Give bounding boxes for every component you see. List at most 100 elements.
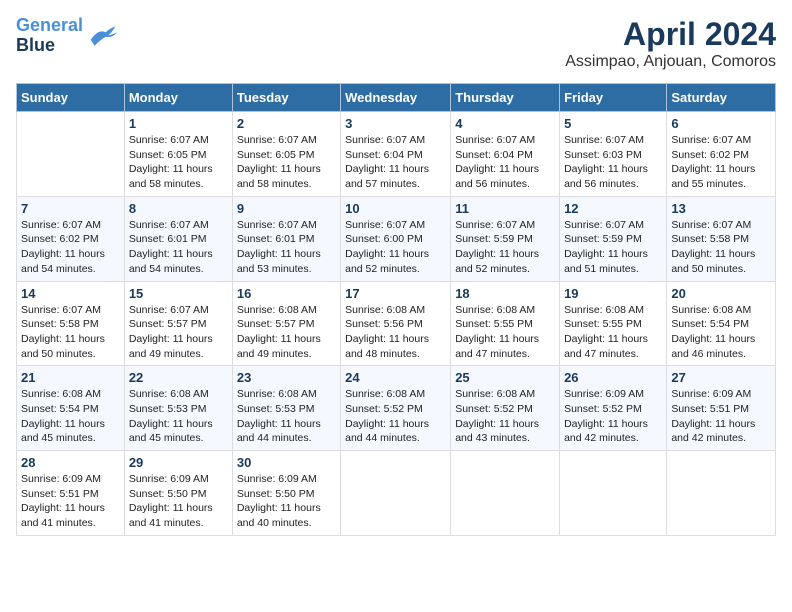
day-number: 4 bbox=[455, 116, 555, 131]
daylight-text-cont: and 52 minutes. bbox=[455, 263, 530, 275]
sunset-text: Sunset: 6:05 PM bbox=[237, 149, 315, 161]
day-number: 3 bbox=[345, 116, 446, 131]
day-info: Sunrise: 6:09 AMSunset: 5:50 PMDaylight:… bbox=[129, 472, 228, 531]
daylight-text: Daylight: 11 hours bbox=[21, 333, 105, 345]
day-number: 20 bbox=[671, 286, 771, 301]
day-number: 25 bbox=[455, 370, 555, 385]
day-number: 6 bbox=[671, 116, 771, 131]
daylight-text: Daylight: 11 hours bbox=[237, 163, 321, 175]
sunset-text: Sunset: 5:54 PM bbox=[671, 318, 749, 330]
day-info: Sunrise: 6:07 AMSunset: 6:00 PMDaylight:… bbox=[345, 218, 446, 277]
calendar-cell: 14Sunrise: 6:07 AMSunset: 5:58 PMDayligh… bbox=[17, 281, 125, 366]
sunset-text: Sunset: 5:51 PM bbox=[671, 403, 749, 415]
daylight-text-cont: and 52 minutes. bbox=[345, 263, 420, 275]
sunset-text: Sunset: 5:52 PM bbox=[455, 403, 533, 415]
calendar-cell: 24 Sunrise: 6:08 AMSunset: 5:52 PMDayligh… bbox=[341, 366, 451, 451]
day-number: 16 bbox=[237, 286, 336, 301]
week-row-5: 28Sunrise: 6:09 AMSunset: 5:51 PMDayligh… bbox=[17, 451, 776, 536]
daylight-text-cont: and 56 minutes. bbox=[564, 178, 639, 190]
day-info: Sunrise: 6:07 AMSunset: 6:01 PMDaylight:… bbox=[237, 218, 336, 277]
daylight-text-cont: and 46 minutes. bbox=[671, 348, 746, 360]
week-row-1: 1 Sunrise: 6:07 AM Sunset: 6:05 PM Daylight… bbox=[17, 112, 776, 197]
sunrise-text: Sunrise: 6:07 AM bbox=[455, 134, 535, 146]
calendar-cell: 23Sunrise: 6:08 AMSunset: 5:53 PMDayligh… bbox=[232, 366, 340, 451]
daylight-text: Daylight: 11 hours bbox=[237, 418, 321, 430]
daylight-text: Daylight: 11 hours bbox=[129, 248, 213, 260]
day-number: 24 bbox=[345, 370, 446, 385]
daylight-text-cont: and 49 minutes. bbox=[129, 348, 204, 360]
day-info: Sunrise: 6:09 AMSunset: 5:51 PMDaylight:… bbox=[21, 472, 120, 531]
day-number: 21 bbox=[21, 370, 120, 385]
daylight-text-cont: and 47 minutes. bbox=[455, 348, 530, 360]
daylight-text: Daylight: 11 hours bbox=[345, 163, 429, 175]
day-number: 19 bbox=[564, 286, 662, 301]
sunrise-text: Sunrise: 6:09 AM bbox=[671, 388, 751, 400]
calendar-cell: 26Sunrise: 6:09 AMSunset: 5:52 PMDayligh… bbox=[560, 366, 667, 451]
sunrise-text: Sunrise: 6:07 AM bbox=[129, 134, 209, 146]
sunset-text: Sunset: 6:03 PM bbox=[564, 149, 642, 161]
sunset-text: Sunset: 5:59 PM bbox=[564, 233, 642, 245]
daylight-text: Daylight: 11 hours bbox=[455, 163, 539, 175]
daylight-text-cont: and 48 minutes. bbox=[345, 348, 420, 360]
daylight-text: Daylight: 11 hours bbox=[564, 333, 648, 345]
day-number: 29 bbox=[129, 455, 228, 470]
daylight-text: Daylight: 11 hours bbox=[345, 333, 429, 345]
sunset-text: Sunset: 5:52 PM bbox=[564, 403, 642, 415]
day-info: Sunrise: 6:08 AMSunset: 5:52 PMDaylight:… bbox=[455, 387, 555, 446]
daylight-text-cont: and 50 minutes. bbox=[671, 263, 746, 275]
daylight-text-cont: and 54 minutes. bbox=[129, 263, 204, 275]
sunset-text: Sunset: 5:58 PM bbox=[671, 233, 749, 245]
day-info: Sunrise: 6:09 AMSunset: 5:52 PMDaylight:… bbox=[564, 387, 662, 446]
sunset-text: Sunset: 6:01 PM bbox=[237, 233, 315, 245]
sunrise-text: Sunrise: 6:09 AM bbox=[237, 473, 317, 485]
sunset-text: Sunset: 5:55 PM bbox=[564, 318, 642, 330]
day-number: 1 bbox=[129, 116, 228, 131]
calendar-cell: 13Sunrise: 6:07 AMSunset: 5:58 PMDayligh… bbox=[667, 196, 776, 281]
sunrise-text: Sunrise: 6:08 AM bbox=[237, 304, 317, 316]
sunset-text: Sunset: 5:55 PM bbox=[455, 318, 533, 330]
daylight-text: Daylight: 11 hours bbox=[237, 333, 321, 345]
day-info: Sunrise: 6:08 AMSunset: 5:54 PMDaylight:… bbox=[21, 387, 120, 446]
daylight-text: Daylight: 11 hours bbox=[455, 333, 539, 345]
sunset-text: Sunset: 5:57 PM bbox=[237, 318, 315, 330]
daylight-text: Daylight: 11 hours bbox=[21, 502, 105, 514]
day-number: 9 bbox=[237, 201, 336, 216]
day-number: 11 bbox=[455, 201, 555, 216]
day-number: 7 bbox=[21, 201, 120, 216]
day-info: Sunrise: 6:08 AM Sunset: 5:55 PM Daylight:… bbox=[455, 303, 555, 362]
sunrise-text: Sunrise: 6:07 AM bbox=[21, 219, 101, 231]
daylight-text-cont: and 42 minutes. bbox=[671, 432, 746, 444]
calendar-cell: 15Sunrise: 6:07 AMSunset: 5:57 PMDayligh… bbox=[124, 281, 232, 366]
sunset-text: Sunset: 5:53 PM bbox=[129, 403, 207, 415]
logo-bird-icon bbox=[87, 24, 117, 48]
daylight-text-cont: and 45 minutes. bbox=[129, 432, 204, 444]
header: GeneralBlue April 2024 Assimpao, Anjouan… bbox=[16, 16, 776, 71]
sunrise-text: Sunrise: 6:08 AM bbox=[671, 304, 751, 316]
day-number: 2 bbox=[237, 116, 336, 131]
calendar-cell: 12Sunrise: 6:07 AMSunset: 5:59 PMDayligh… bbox=[560, 196, 667, 281]
week-row-4: 21 Sunrise: 6:08 AMSunset: 5:54 PMDayligh… bbox=[17, 366, 776, 451]
day-info: Sunrise: 6:08 AM Sunset: 5:54 PM Daylight:… bbox=[671, 303, 771, 362]
day-info: Sunrise: 6:08 AMSunset: 5:56 PMDaylight:… bbox=[345, 303, 446, 362]
calendar-cell: 16 Sunrise: 6:08 AM Sunset: 5:57 PM Dayligh… bbox=[232, 281, 340, 366]
calendar-table: SundayMondayTuesdayWednesdayThursdayFrid… bbox=[16, 83, 776, 536]
calendar-cell: 2Sunrise: 6:07 AMSunset: 6:05 PMDaylight… bbox=[232, 112, 340, 197]
sunrise-text: Sunrise: 6:08 AM bbox=[455, 304, 535, 316]
day-info: Sunrise: 6:07 AMSunset: 6:04 PMDaylight:… bbox=[345, 133, 446, 192]
daylight-text-cont: and 54 minutes. bbox=[21, 263, 96, 275]
sunrise-text: Sunrise: 6:07 AM bbox=[21, 304, 101, 316]
day-number: 14 bbox=[21, 286, 120, 301]
calendar-cell: 17Sunrise: 6:08 AMSunset: 5:56 PMDayligh… bbox=[341, 281, 451, 366]
header-day-tuesday: Tuesday bbox=[232, 84, 340, 112]
calendar-cell: 18 Sunrise: 6:08 AM Sunset: 5:55 PM Dayligh… bbox=[451, 281, 560, 366]
daylight-text: Daylight: 11 hours bbox=[671, 418, 755, 430]
day-info: Sunrise: 6:07 AMSunset: 6:04 PMDaylight:… bbox=[455, 133, 555, 192]
day-number: 18 bbox=[455, 286, 555, 301]
calendar-cell: 21 Sunrise: 6:08 AMSunset: 5:54 PMDayligh… bbox=[17, 366, 125, 451]
day-info: Sunrise: 6:08 AMSunset: 5:52 PMDaylight:… bbox=[345, 387, 446, 446]
daylight-text: Daylight: 11 hours bbox=[671, 333, 755, 345]
calendar-cell: 1Sunrise: 6:07 AMSunset: 6:05 PMDaylight… bbox=[124, 112, 232, 197]
calendar-cell: 30Sunrise: 6:09 AMSunset: 5:50 PMDayligh… bbox=[232, 451, 340, 536]
daylight-text-cont: and 50 minutes. bbox=[21, 348, 96, 360]
calendar-cell: 7Sunrise: 6:07 AMSunset: 6:02 PMDaylight… bbox=[17, 196, 125, 281]
